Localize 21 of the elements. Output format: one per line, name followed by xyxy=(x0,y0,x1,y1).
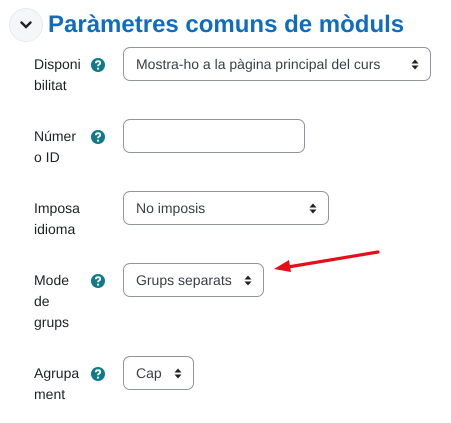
field-label: Mode de grups xyxy=(34,271,70,332)
up-down-caret-icon xyxy=(309,202,317,214)
help-icon[interactable] xyxy=(91,274,105,288)
dropdown[interactable]: No imposis xyxy=(123,191,329,225)
field-label: Imposa idioma xyxy=(34,199,81,239)
help-icon[interactable] xyxy=(91,130,105,144)
help-icon[interactable] xyxy=(91,367,105,381)
dropdown[interactable]: Grups separats xyxy=(123,263,264,297)
up-down-caret-icon xyxy=(174,368,182,378)
field-label: Agrupa ment xyxy=(34,364,80,404)
input-field[interactable] xyxy=(123,119,305,153)
dropdown[interactable]: Mostra-ho a la pàgina principal del curs xyxy=(123,47,431,81)
field-label: Númer o ID xyxy=(34,127,78,167)
collapse-button[interactable] xyxy=(9,8,43,42)
dropdown[interactable]: Cap xyxy=(123,356,194,390)
field-label: Disponi bilitat xyxy=(34,55,82,95)
section-title: Paràmetres comuns de mòduls xyxy=(48,11,404,39)
help-icon[interactable] xyxy=(91,58,105,72)
chevron-icon xyxy=(20,21,32,29)
up-down-caret-icon xyxy=(411,58,419,70)
up-down-caret-icon xyxy=(244,274,252,286)
